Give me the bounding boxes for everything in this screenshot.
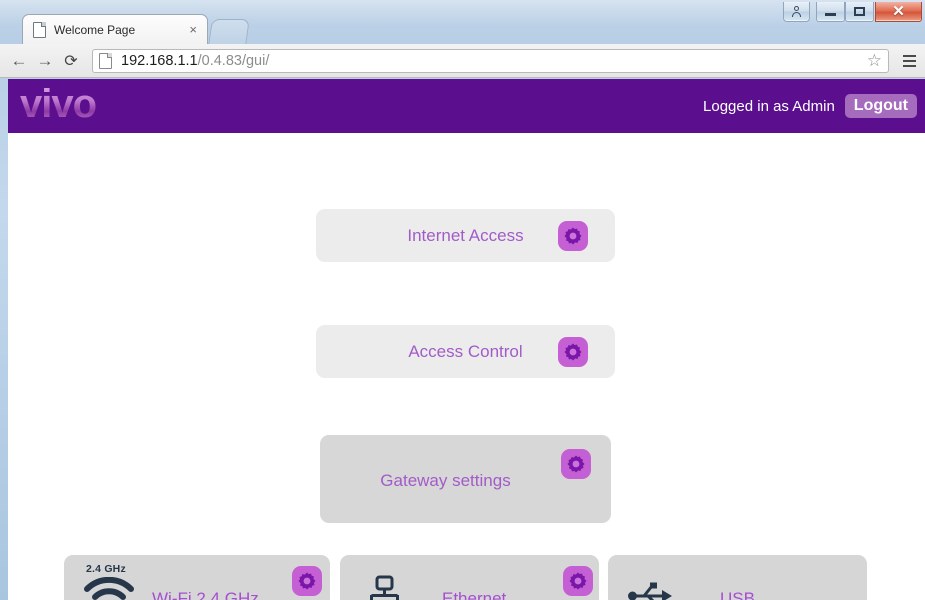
url-path: /0.4.83/gui/: [197, 52, 270, 69]
browser-toolbar: ← → ⟳ 192.168.1.1/0.4.83/gui/ ☆: [0, 44, 925, 78]
tab-welcome-page[interactable]: Welcome Page ×: [22, 14, 208, 44]
tile-label: Ethernet: [442, 589, 507, 600]
url-host: 192.168.1.1: [121, 52, 198, 69]
card-label: Gateway settings: [380, 471, 511, 490]
title-bar: Welcome Page × ✕: [0, 0, 925, 45]
gear-icon[interactable]: [558, 337, 588, 367]
tab-strip: Welcome Page ×: [0, 14, 800, 45]
page-body: Internet Access Access Control Gateway s…: [8, 133, 925, 600]
gear-icon[interactable]: [561, 449, 591, 479]
card-gateway-settings[interactable]: Gateway settings: [320, 435, 611, 523]
page-icon: [33, 21, 46, 38]
window-controls: ✕: [783, 2, 922, 22]
tile-ethernet[interactable]: Ethernet: [340, 555, 599, 600]
card-internet-access[interactable]: Internet Access: [316, 209, 615, 262]
page-icon: [99, 52, 112, 69]
card-access-control[interactable]: Access Control: [316, 325, 615, 378]
gear-icon[interactable]: [558, 221, 588, 251]
header-right: Logged in as Admin Logout: [703, 94, 917, 118]
wifi-icon: 2.4 GHz: [80, 563, 142, 600]
hamburger-menu-icon[interactable]: [899, 48, 919, 74]
tile-label: USB: [720, 589, 755, 600]
tile-usb[interactable]: USB: [608, 555, 867, 600]
tab-title: Welcome Page: [54, 22, 136, 37]
new-tab-button[interactable]: [208, 19, 250, 45]
maximize-icon[interactable]: [845, 2, 874, 22]
vivo-logo: vivo: [20, 82, 97, 126]
minimize-icon[interactable]: [816, 2, 845, 22]
address-bar[interactable]: 192.168.1.1/0.4.83/gui/ ☆: [92, 48, 889, 73]
logout-button[interactable]: Logout: [844, 94, 917, 118]
browser-window: Welcome Page × ✕ ← → ⟳ 192.168.1.1/0.4.8…: [0, 0, 925, 600]
close-icon[interactable]: ✕: [875, 2, 922, 22]
reload-icon[interactable]: ⟳: [58, 48, 84, 74]
wifi-band-label: 2.4 GHz: [86, 563, 126, 575]
ethernet-icon: [370, 575, 399, 600]
bookmark-star-icon[interactable]: ☆: [867, 52, 882, 69]
back-icon[interactable]: ←: [6, 48, 32, 74]
forward-icon[interactable]: →: [32, 48, 58, 74]
tile-wifi-24ghz[interactable]: 2.4 GHz Wi-Fi 2.4 GHz SSID:: [64, 555, 330, 600]
site-header: vivo Logged in as Admin Logout: [8, 79, 925, 133]
page-viewport: vivo Logged in as Admin Logout Internet …: [8, 79, 925, 600]
usb-icon: [628, 582, 672, 600]
logged-in-status: Logged in as Admin: [703, 97, 835, 115]
gear-icon[interactable]: [563, 566, 593, 596]
tile-label: Wi-Fi 2.4 GHz: [152, 589, 259, 600]
close-icon[interactable]: ×: [185, 23, 201, 36]
url-text: 192.168.1.1/0.4.83/gui/: [121, 53, 269, 69]
gear-icon[interactable]: [292, 566, 322, 596]
user-icon[interactable]: [783, 2, 810, 22]
